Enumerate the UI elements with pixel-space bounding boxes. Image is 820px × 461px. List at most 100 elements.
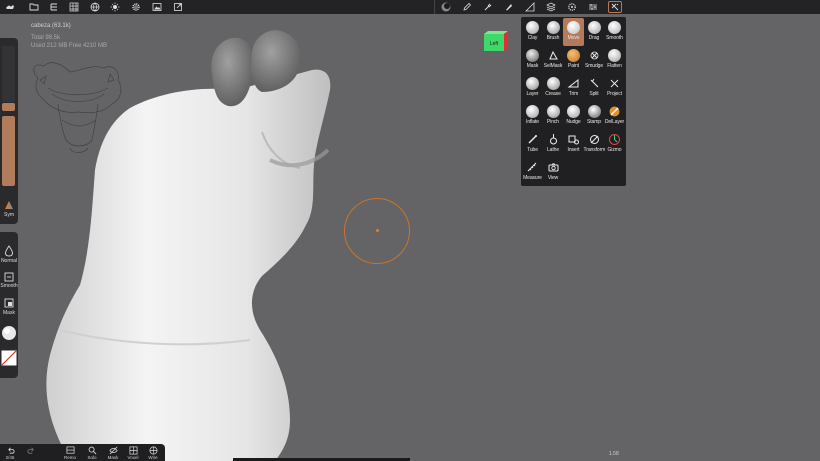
zoom-readout: 1.58	[609, 451, 619, 457]
bottom-voxel-button[interactable]: Voxel	[124, 446, 142, 460]
ruler-icon[interactable]	[524, 1, 536, 13]
tool-insert[interactable]: Insert	[563, 130, 584, 158]
tool-dellayer[interactable]: DelLayer	[604, 102, 625, 130]
tool-inflate[interactable]: Inflate	[522, 102, 543, 130]
tool-label: DelLayer	[604, 119, 625, 125]
smudge-icon	[588, 49, 601, 62]
bottom-mask-button[interactable]: Mask	[104, 446, 122, 460]
tool-label: Crease	[545, 91, 561, 97]
bottom-solo-button[interactable]: Solo	[83, 446, 101, 460]
tool-view[interactable]: View	[543, 158, 564, 186]
dropper-icon[interactable]	[482, 1, 494, 13]
tool-label: Inflate	[526, 119, 539, 125]
normal-droplet-icon[interactable]	[3, 244, 15, 257]
symmetry-icon[interactable]	[3, 198, 15, 210]
tool-label: Lathe	[546, 147, 559, 153]
tool-drag[interactable]: Drag	[584, 18, 605, 46]
bottom-label: Solo	[87, 455, 97, 460]
normal-label: Normal	[0, 258, 18, 264]
material-ball-icon[interactable]	[1, 325, 17, 341]
tool-label: Split	[589, 91, 599, 97]
tool-measure[interactable]: Measure	[522, 158, 543, 186]
tool-smooth[interactable]: Smooth	[604, 18, 625, 46]
sculpt-viewport[interactable]	[0, 0, 820, 461]
sculpt-tool-icon[interactable]	[503, 1, 515, 13]
tool-mask[interactable]: Mask	[522, 46, 543, 74]
mask-sphere-icon	[526, 49, 539, 62]
settings-icon[interactable]	[130, 1, 142, 13]
scene-tree-icon[interactable]	[48, 1, 60, 13]
object-info: cabeza (63.1k) Total 98.5k Used 212 MB F…	[31, 22, 107, 50]
tool-pinch[interactable]: Pinch	[543, 102, 564, 130]
tool-stamp[interactable]: Stamp	[584, 102, 605, 130]
tool-gizmo[interactable]: Gizmo	[604, 130, 625, 158]
sliders-icon[interactable]	[587, 1, 599, 13]
smooth-toggle-icon[interactable]	[3, 270, 15, 282]
tool-lathe[interactable]: Lathe	[543, 130, 564, 158]
color-swatch-icon[interactable]	[1, 350, 17, 366]
tool-transform[interactable]: Transform	[584, 130, 605, 158]
tool-label: SelMask	[543, 63, 563, 69]
tool-tube[interactable]: Tube	[522, 130, 543, 158]
view-cube-label: Left	[490, 41, 499, 47]
tool-crease[interactable]: Crease	[543, 74, 564, 102]
tool-split[interactable]: Split	[584, 74, 605, 102]
tool-move[interactable]: Move	[563, 18, 584, 46]
dellayer-icon	[608, 105, 621, 118]
app-menu-icon[interactable]	[4, 1, 16, 13]
project-icon	[608, 77, 621, 90]
remesh-icon	[61, 446, 79, 455]
bottom-2-45-button[interactable]: 2/45	[1, 446, 19, 460]
tool-label: Smooth	[606, 35, 623, 41]
tool-label: Layer	[526, 91, 539, 97]
tool-paint[interactable]: Paint	[563, 46, 584, 74]
tool-label: Pinch	[546, 119, 559, 125]
layers-icon[interactable]	[545, 1, 557, 13]
clay-sphere-icon	[526, 21, 539, 34]
left-slider-panel: Sym	[0, 38, 18, 224]
brush-radius-handle[interactable]	[2, 103, 15, 111]
bottom-wire-button[interactable]: Wire	[144, 446, 162, 460]
tool-label: Stamp	[587, 119, 601, 125]
undo-icon	[1, 446, 19, 455]
tool-smudge[interactable]: Smudge	[584, 46, 605, 74]
topology-grid-icon[interactable]	[68, 1, 80, 13]
tool-flatten[interactable]: Flatten	[604, 46, 625, 74]
mask-toggle-icon[interactable]	[3, 296, 15, 308]
material-sphere-icon[interactable]	[440, 1, 452, 13]
tool-trim[interactable]: Trim	[563, 74, 584, 102]
lighting-sun-icon[interactable]	[109, 1, 121, 13]
transform-icon	[588, 133, 601, 146]
tool-label: Brush	[546, 35, 560, 41]
tools-toggle-icon[interactable]	[608, 1, 622, 13]
scene-globe-icon[interactable]	[89, 1, 101, 13]
memory-usage: Used 212 MB Free 4210 MB	[31, 43, 108, 49]
bottom-toolbar: 2/45 Remo Solo Mask Voxel Wire	[0, 444, 165, 461]
background-image-icon[interactable]	[151, 1, 163, 13]
gear-settings-icon[interactable]	[566, 1, 578, 13]
bottom-remo-button[interactable]: Remo	[61, 446, 79, 460]
tool-nudge[interactable]: Nudge	[563, 102, 584, 130]
tool-clay[interactable]: Clay	[522, 18, 543, 46]
brush-radius-slider[interactable]	[2, 46, 15, 102]
brush-cursor-center	[376, 229, 379, 232]
sculpt-body	[46, 69, 331, 461]
nudge-sphere-icon	[567, 105, 580, 118]
brush-sphere-icon	[546, 21, 560, 34]
tool-label: Gizmo	[607, 147, 622, 153]
stamp-sphere-icon	[587, 105, 601, 118]
tool-selmask[interactable]: SelMask	[543, 46, 564, 74]
tool-brush[interactable]: Brush	[543, 18, 564, 46]
bottom-redo-button[interactable]	[22, 446, 40, 455]
hide-icon	[104, 446, 122, 455]
brush-intensity-slider[interactable]	[2, 116, 15, 186]
tool-layer[interactable]: Layer	[522, 74, 543, 102]
export-icon[interactable]	[172, 1, 184, 13]
tool-label: Drag	[588, 35, 600, 41]
tool-project[interactable]: Project	[604, 74, 625, 102]
view-cube[interactable]: Left	[483, 30, 510, 52]
paint-sphere-icon	[567, 49, 580, 62]
bottom-label: Mask	[107, 455, 119, 460]
pencil-icon[interactable]	[461, 1, 473, 13]
folder-icon[interactable]	[28, 1, 40, 13]
